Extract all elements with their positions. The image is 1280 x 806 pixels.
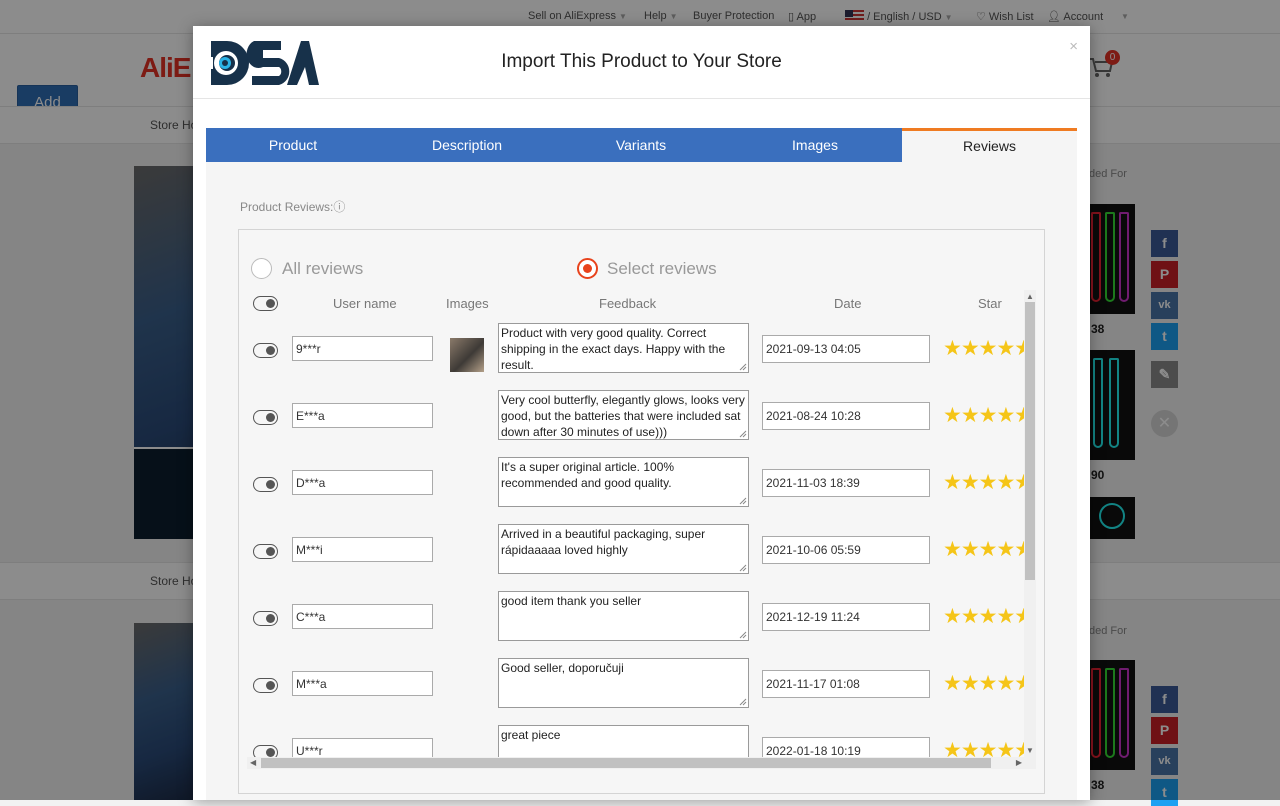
tab-variants[interactable]: Variants — [554, 128, 728, 162]
review-toggle[interactable] — [253, 343, 278, 358]
star-rating[interactable]: ★★★★★ — [943, 738, 1025, 758]
date-input[interactable] — [762, 469, 930, 497]
resize-grip-icon[interactable] — [739, 497, 747, 505]
tab-product[interactable]: Product — [206, 128, 380, 162]
user-name-input[interactable] — [292, 403, 433, 428]
column-date: Date — [834, 296, 862, 311]
user-name-input[interactable] — [292, 537, 433, 562]
modal-body: Product Description Variants Images Revi… — [206, 128, 1077, 800]
info-icon[interactable]: ⓘ — [333, 200, 345, 214]
import-modal: Import This Product to Your Store × Prod… — [193, 26, 1090, 800]
star-rating[interactable]: ★★★★★ — [943, 470, 1025, 495]
feedback-textarea[interactable]: Good seller, doporučuji — [498, 658, 749, 708]
feedback-textarea[interactable]: Arrived in a beautiful packaging, super … — [498, 524, 749, 574]
vertical-scrollbar[interactable]: ▲ ▼ — [1024, 290, 1036, 757]
date-input[interactable] — [762, 670, 930, 698]
column-user-name: User name — [333, 296, 397, 311]
modal-header: Import This Product to Your Store × — [193, 26, 1090, 99]
resize-grip-icon[interactable] — [739, 430, 747, 438]
horizontal-scrollbar[interactable]: ◀ ▶ — [247, 757, 1036, 769]
table-row: Good seller, doporučuji ★★★★★ — [239, 653, 1025, 720]
tab-images[interactable]: Images — [728, 128, 902, 162]
tab-reviews[interactable]: Reviews — [902, 128, 1077, 162]
resize-grip-icon[interactable] — [739, 363, 747, 371]
horizontal-scroll-thumb[interactable] — [261, 758, 991, 768]
close-icon[interactable]: × — [1069, 38, 1078, 55]
tab-description[interactable]: Description — [380, 128, 554, 162]
scroll-down-icon[interactable]: ▼ — [1026, 746, 1034, 755]
resize-grip-icon[interactable] — [739, 631, 747, 639]
star-rating[interactable]: ★★★★★ — [943, 537, 1025, 562]
feedback-textarea[interactable]: good item thank you seller — [498, 591, 749, 641]
scroll-up-icon[interactable]: ▲ — [1026, 292, 1034, 301]
user-name-input[interactable] — [292, 604, 433, 629]
table-row: Arrived in a beautiful packaging, super … — [239, 519, 1025, 586]
feedback-textarea[interactable]: Very cool butterfly, elegantly glows, lo… — [498, 390, 749, 440]
product-reviews-label: Product Reviews:ⓘ — [240, 200, 346, 214]
date-input[interactable] — [762, 402, 930, 430]
resize-grip-icon[interactable] — [739, 564, 747, 572]
star-rating[interactable]: ★★★★★ — [943, 604, 1025, 629]
feedback-textarea[interactable]: Product with very good quality. Correct … — [498, 323, 749, 373]
reviews-list: Product with very good quality. Correct … — [239, 318, 1025, 758]
scroll-left-icon[interactable]: ◀ — [250, 758, 256, 767]
star-rating[interactable]: ★★★★★ — [943, 336, 1025, 361]
user-name-input[interactable] — [292, 336, 433, 361]
modal-title: Import This Product to Your Store — [501, 51, 782, 72]
vertical-scroll-thumb[interactable] — [1025, 302, 1035, 580]
resize-grip-icon[interactable] — [739, 698, 747, 706]
column-star: Star — [978, 296, 1002, 311]
radio-all-reviews-label[interactable]: All reviews — [282, 259, 363, 279]
star-rating[interactable]: ★★★★★ — [943, 671, 1025, 696]
feedback-textarea[interactable]: It's a super original article. 100% reco… — [498, 457, 749, 507]
review-toggle[interactable] — [253, 477, 278, 492]
date-input[interactable] — [762, 737, 930, 758]
radio-select-reviews[interactable] — [577, 258, 598, 279]
review-image[interactable] — [450, 338, 484, 372]
user-name-input[interactable] — [292, 738, 433, 758]
radio-all-reviews[interactable] — [251, 258, 272, 279]
reviews-panel: All reviews Select reviews User name Ima… — [238, 229, 1045, 794]
date-input[interactable] — [762, 536, 930, 564]
user-name-input[interactable] — [292, 671, 433, 696]
table-row: Very cool butterfly, elegantly glows, lo… — [239, 385, 1025, 452]
review-toggle[interactable] — [253, 544, 278, 559]
feedback-textarea[interactable]: great piece — [498, 725, 749, 758]
date-input[interactable] — [762, 335, 930, 363]
tab-bar: Product Description Variants Images Revi… — [206, 128, 1077, 162]
star-rating[interactable]: ★★★★★ — [943, 403, 1025, 428]
scroll-right-icon[interactable]: ▶ — [1016, 758, 1022, 767]
table-row: It's a super original article. 100% reco… — [239, 452, 1025, 519]
table-row: great piece ★★★★★ — [239, 720, 1025, 758]
review-toggle[interactable] — [253, 678, 278, 693]
column-feedback: Feedback — [599, 296, 657, 311]
select-all-toggle[interactable] — [253, 296, 278, 311]
radio-select-reviews-label[interactable]: Select reviews — [607, 259, 717, 279]
table-row: Product with very good quality. Correct … — [239, 318, 1025, 385]
user-name-input[interactable] — [292, 470, 433, 495]
column-images: Images — [446, 296, 489, 311]
review-toggle[interactable] — [253, 611, 278, 626]
review-toggle[interactable] — [253, 410, 278, 425]
table-row: good item thank you seller ★★★★★ — [239, 586, 1025, 653]
date-input[interactable] — [762, 603, 930, 631]
